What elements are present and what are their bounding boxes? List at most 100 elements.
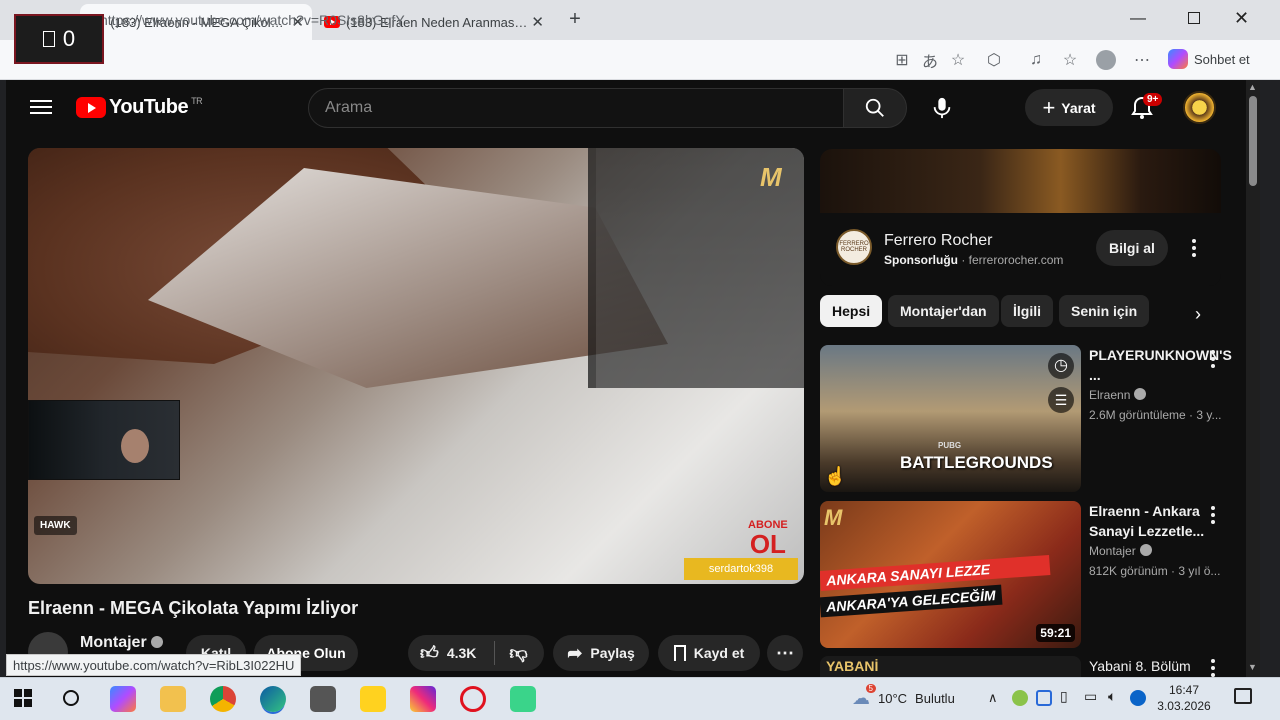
onedrive-icon[interactable]: [1130, 690, 1146, 706]
ad-menu-icon[interactable]: [1184, 236, 1204, 260]
related-channel-2[interactable]: Montajer: [1089, 544, 1152, 558]
streamer-webcam: [28, 400, 180, 480]
dislike-button[interactable]: 👎︎: [509, 642, 527, 664]
chrome-icon[interactable]: [210, 686, 236, 712]
windows-start-icon[interactable]: [14, 689, 32, 707]
search-button[interactable]: [843, 88, 907, 128]
volume-icon[interactable]: 🔈︎: [1108, 688, 1116, 705]
sponsored-ad-card[interactable]: FERRERO ROCHER Ferrero Rocher Sponsorluğ…: [820, 149, 1221, 286]
verified-icon: [1139, 544, 1152, 556]
chip-all[interactable]: Hepsi: [820, 295, 883, 327]
extensions-icon[interactable]: ⬡: [982, 48, 1006, 72]
create-label: Yarat: [1061, 99, 1096, 116]
subscribe-overlay-text: ABONE OL: [748, 519, 788, 559]
copilot-icon[interactable]: [110, 686, 136, 712]
account-avatar[interactable]: [1183, 91, 1216, 124]
pubg-title-overlay: BATTLEGROUNDS: [900, 453, 1053, 472]
voice-search-button[interactable]: [922, 88, 962, 128]
translate-icon[interactable]: あ: [918, 48, 942, 72]
favorite-star-icon[interactable]: ☆: [946, 48, 970, 72]
related-meta-2: 812K görünüm · 3 yıl ö...: [1089, 564, 1221, 578]
thumbnail-text: YABANİ: [826, 658, 879, 674]
store-icon[interactable]: [310, 686, 336, 712]
app-icon[interactable]: [510, 686, 536, 712]
opera-icon[interactable]: [460, 686, 486, 712]
file-explorer-icon[interactable]: [160, 686, 186, 712]
close-window-button[interactable]: ✕: [1234, 8, 1249, 29]
video-title: Elraenn - MEGA Çikolata Yapımı İzliyor: [28, 598, 359, 618]
scroll-up-arrow[interactable]: ▲: [1248, 82, 1257, 92]
chip-for-you[interactable]: Senin için: [1059, 295, 1150, 327]
profile-icon[interactable]: [1096, 50, 1116, 70]
search-input[interactable]: Arama: [308, 88, 844, 128]
more-icon[interactable]: ⋯: [1130, 48, 1154, 72]
app-available-icon[interactable]: ⊞: [890, 48, 914, 72]
chevron-right-icon[interactable]: ›: [1184, 300, 1212, 328]
like-count: 4.3K: [446, 645, 477, 661]
related-thumbnail-2[interactable]: M ANKARA SANAYI LEZZE ANKARA'YA GELECEĞİ…: [820, 501, 1081, 648]
ferrero-logo: FERRERO ROCHER: [836, 229, 872, 265]
tray-app-icon-2[interactable]: [1036, 690, 1052, 706]
microphone-icon: [933, 97, 951, 119]
instagram-icon[interactable]: [410, 686, 436, 712]
menu-icon[interactable]: [24, 96, 58, 120]
edge-icon[interactable]: [260, 686, 286, 712]
youtube-logo[interactable]: YouTube TR: [76, 96, 203, 119]
clock[interactable]: 16:47 3.03.2026: [1152, 682, 1216, 714]
network-icon[interactable]: ▭: [1084, 688, 1097, 705]
sticky-notes-icon[interactable]: [360, 686, 386, 712]
weather-widget[interactable]: ☁ 5 10°C Bulutlu: [852, 684, 955, 709]
like-button[interactable]: 👍︎ 4.3K: [420, 642, 476, 664]
copilot-button[interactable]: Sohbet et: [1168, 49, 1250, 69]
duration-badge: 59:21: [1036, 624, 1075, 642]
related-menu-icon[interactable]: [1203, 347, 1223, 371]
related-menu-icon[interactable]: [1203, 503, 1223, 527]
watch-later-icon[interactable]: ◷: [1048, 353, 1074, 379]
counter-value: 0: [62, 26, 76, 51]
scrollbar-thumb[interactable]: [1249, 96, 1257, 186]
montajer-watermark-icon: M: [824, 505, 843, 530]
related-title-3[interactable]: Yabani 8. Bölüm: [1089, 656, 1209, 676]
add-to-queue-icon[interactable]: ☰: [1048, 387, 1074, 413]
save-button[interactable]: Kayd et: [658, 635, 760, 671]
cloud-icon: ☁ 5: [852, 684, 876, 709]
related-title-2[interactable]: Elraenn - Ankara Sanayi Lezzetle...: [1089, 501, 1209, 541]
favorites-icon[interactable]: ☆: [1058, 48, 1082, 72]
related-title-1[interactable]: PLAYERUNKNOWN'S ...: [1089, 345, 1232, 385]
weather-badge: 5: [865, 684, 876, 693]
create-button[interactable]: + Yarat: [1025, 89, 1113, 126]
chevron-up-icon[interactable]: ∧: [988, 690, 998, 706]
search-icon[interactable]: [63, 690, 79, 706]
related-meta-1: 2.6M görüntüleme · 3 y...: [1089, 408, 1222, 422]
address-bar-area: [0, 40, 1280, 80]
learn-more-button[interactable]: Bilgi al: [1096, 230, 1168, 266]
youtube-play-icon: [76, 97, 106, 118]
maximize-button[interactable]: [1188, 12, 1200, 24]
chip-from-montajer[interactable]: Montajer'dan: [888, 295, 999, 327]
related-channel-1[interactable]: Elraenn: [1089, 388, 1147, 402]
ad-title: Ferrero Rocher: [884, 232, 993, 249]
media-icon[interactable]: ♫: [1024, 48, 1048, 72]
time: 16:47: [1168, 683, 1200, 697]
minimize-button[interactable]: —: [1130, 10, 1146, 28]
plus-icon: +: [1042, 94, 1056, 120]
url-field[interactable]: https://www.youtube.com/watch?v=R0SIs8hG…: [100, 6, 920, 34]
more-actions-button[interactable]: ⋯: [767, 635, 803, 671]
channel-name[interactable]: Montajer: [80, 634, 163, 652]
weather-condition: Bulutlu: [915, 691, 955, 706]
notification-center-icon[interactable]: [1234, 688, 1252, 704]
hawk-sponsor-logo: HAWK: [34, 516, 77, 535]
share-button[interactable]: ➦ Paylaş: [553, 635, 649, 671]
recording-counter-overlay: 0: [14, 14, 104, 64]
chip-related[interactable]: İlgili: [1001, 295, 1053, 327]
thumbnail-text-2: ANKARA'YA GELECEĞİM: [820, 584, 1003, 618]
square-icon: [42, 31, 55, 47]
scroll-down-arrow[interactable]: ▼: [1248, 662, 1257, 672]
tray-device-icon[interactable]: ▯: [1060, 688, 1068, 705]
thumbnail-text-1: ANKARA SANAYI LEZZE: [820, 555, 1051, 591]
video-player[interactable]: M HAWK ABONE OL serdartok398: [28, 148, 804, 584]
verified-icon: [1134, 388, 1147, 400]
copilot-icon: [1168, 49, 1188, 69]
tray-app-icon[interactable]: [1012, 690, 1028, 706]
related-thumbnail-1[interactable]: PUBG BATTLEGROUNDS ◷ ☰: [820, 345, 1081, 492]
